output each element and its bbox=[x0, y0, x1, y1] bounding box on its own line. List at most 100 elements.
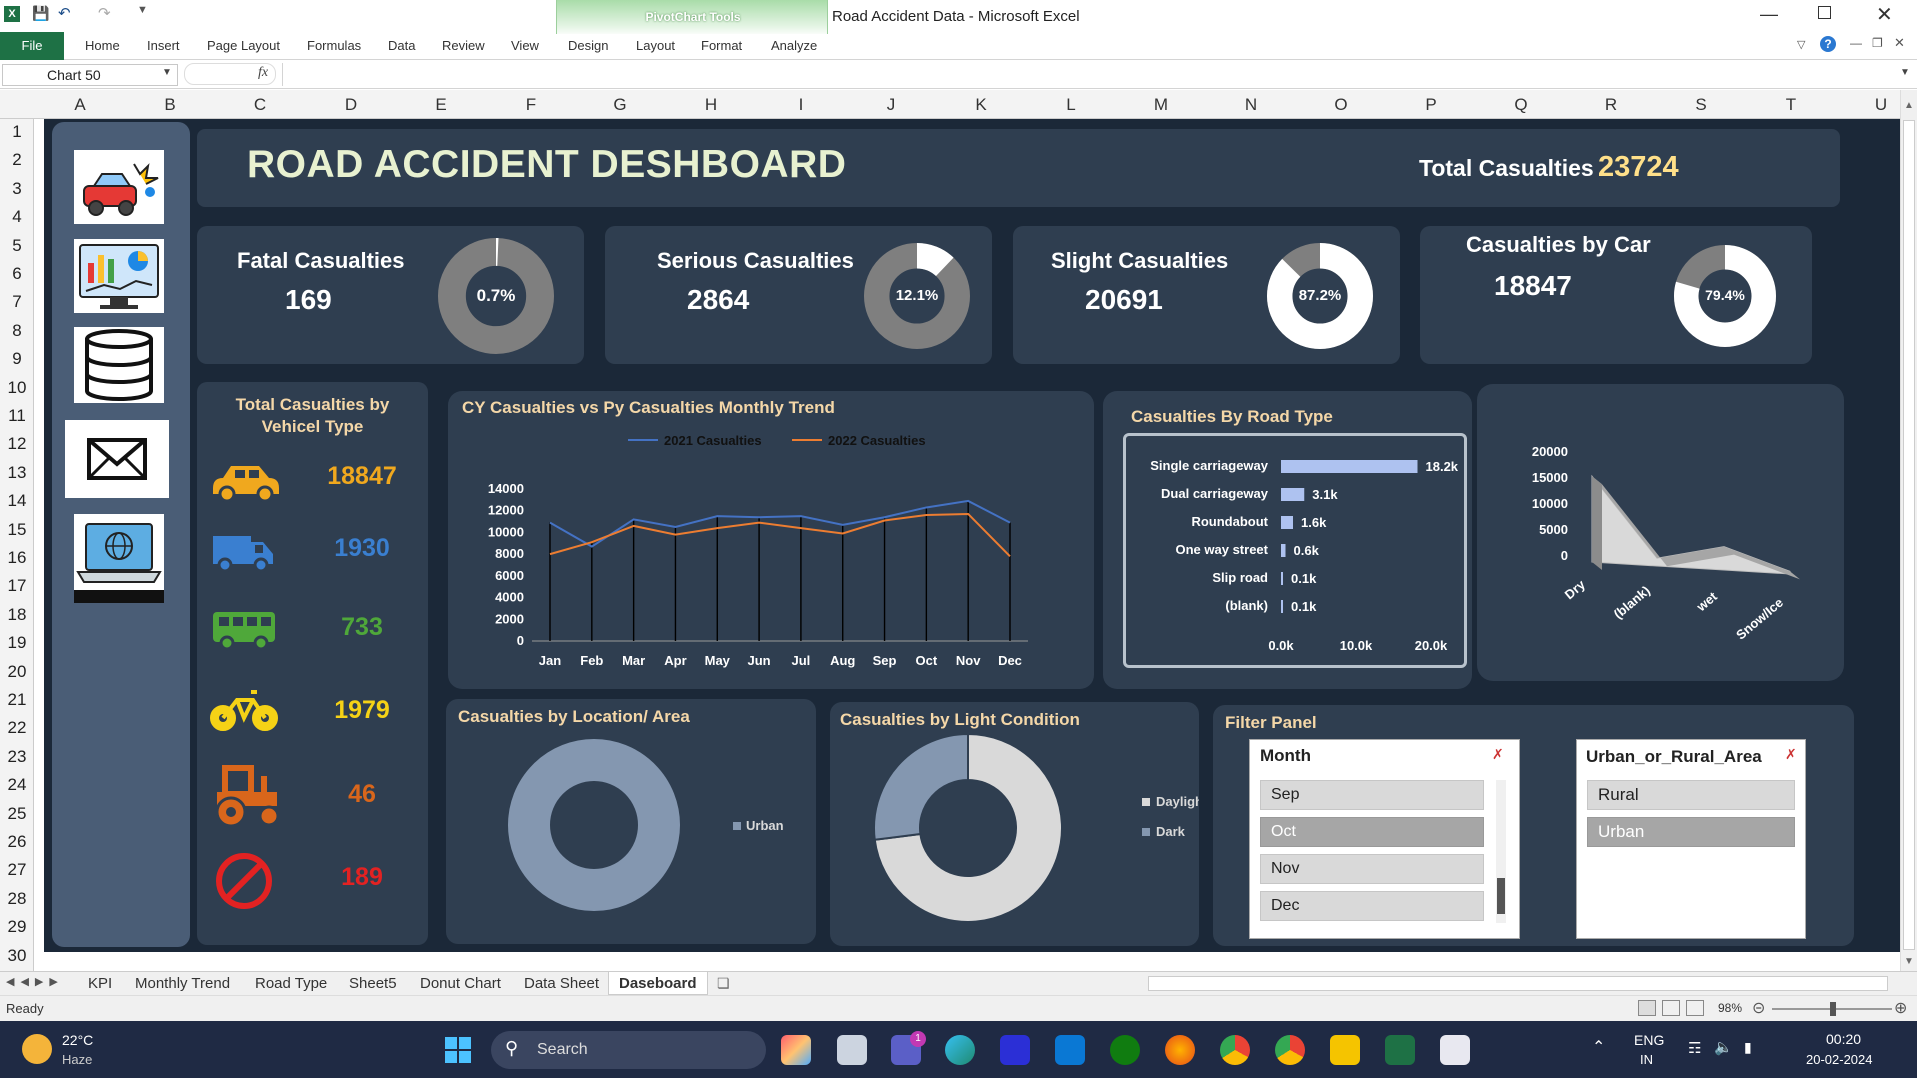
month-item-oct[interactable]: Oct bbox=[1260, 817, 1484, 847]
zoom-slider-thumb[interactable] bbox=[1830, 1002, 1836, 1016]
column-header-p[interactable]: P bbox=[1411, 95, 1451, 115]
tab-design[interactable]: Design bbox=[568, 38, 608, 53]
sheet-tab-donut-chart[interactable]: Donut Chart bbox=[420, 975, 501, 992]
row-header-3[interactable]: 3 bbox=[0, 179, 34, 199]
column-header-t[interactable]: T bbox=[1771, 95, 1811, 115]
row-header-23[interactable]: 23 bbox=[0, 747, 34, 767]
normal-view-icon[interactable] bbox=[1638, 1000, 1656, 1016]
column-header-f[interactable]: F bbox=[511, 95, 551, 115]
row-header-26[interactable]: 26 bbox=[0, 832, 34, 852]
column-header-e[interactable]: E bbox=[421, 95, 461, 115]
weather-icon[interactable] bbox=[22, 1034, 52, 1064]
month-slicer-scroll-thumb[interactable] bbox=[1497, 878, 1505, 914]
tab-data[interactable]: Data bbox=[388, 38, 415, 53]
task-view-icon[interactable] bbox=[837, 1035, 867, 1065]
sheet-tab-data-sheet[interactable]: Data Sheet bbox=[524, 975, 599, 992]
column-header-l[interactable]: L bbox=[1051, 95, 1091, 115]
tab-home[interactable]: Home bbox=[85, 38, 120, 53]
row-header-24[interactable]: 24 bbox=[0, 775, 34, 795]
column-header-g[interactable]: G bbox=[600, 95, 640, 115]
row-header-1[interactable]: 1 bbox=[0, 122, 34, 142]
zoom-out-icon[interactable]: ⊝ bbox=[1752, 998, 1765, 1018]
edge-icon[interactable] bbox=[945, 1035, 975, 1065]
column-header-k[interactable]: K bbox=[961, 95, 1001, 115]
undo-icon[interactable]: ↶ bbox=[58, 4, 71, 22]
tab-file[interactable]: File bbox=[0, 32, 64, 60]
area-item-rural[interactable]: Rural bbox=[1587, 780, 1795, 810]
analytics-monitor-icon[interactable] bbox=[74, 239, 164, 313]
column-header-r[interactable]: R bbox=[1591, 95, 1631, 115]
formula-expand-icon[interactable]: ▼ bbox=[1900, 67, 1910, 78]
row-header-5[interactable]: 5 bbox=[0, 236, 34, 256]
month-item-sep[interactable]: Sep bbox=[1260, 780, 1484, 810]
column-header-c[interactable]: C bbox=[240, 95, 280, 115]
row-header-9[interactable]: 9 bbox=[0, 349, 34, 369]
row-header-2[interactable]: 2 bbox=[0, 150, 34, 170]
road-type-chart[interactable]: Single carriageway 18.2k Dual carriageway 3… bbox=[1126, 436, 1464, 665]
row-header-12[interactable]: 12 bbox=[0, 434, 34, 454]
column-header-u[interactable]: U bbox=[1861, 95, 1901, 115]
page-break-view-icon[interactable] bbox=[1686, 1000, 1704, 1016]
web-laptop-icon[interactable] bbox=[74, 514, 164, 603]
file-explorer-icon[interactable] bbox=[1330, 1035, 1360, 1065]
row-header-19[interactable]: 19 bbox=[0, 633, 34, 653]
month-item-nov[interactable]: Nov bbox=[1260, 854, 1484, 884]
row-header-25[interactable]: 25 bbox=[0, 804, 34, 824]
row-header-28[interactable]: 28 bbox=[0, 889, 34, 909]
zoom-slider[interactable] bbox=[1772, 1002, 1892, 1016]
row-header-27[interactable]: 27 bbox=[0, 860, 34, 880]
row-header-8[interactable]: 8 bbox=[0, 321, 34, 341]
new-sheet-icon[interactable]: ❏ bbox=[717, 975, 730, 992]
help-icon[interactable]: ? bbox=[1820, 36, 1836, 52]
widgets-app-icon[interactable] bbox=[781, 1035, 811, 1065]
battery-icon[interactable]: ▮ bbox=[1744, 1039, 1752, 1056]
mail-icon[interactable] bbox=[65, 420, 169, 498]
customize-qat-icon[interactable]: ▼ bbox=[137, 4, 148, 16]
minimize-icon[interactable]: — bbox=[1760, 4, 1778, 25]
row-header-14[interactable]: 14 bbox=[0, 491, 34, 511]
monthly-trend-chart[interactable]: 0 2000 4000 6000 8000 10000 12000 14000 Jan Feb Ma… bbox=[448, 391, 1094, 689]
save-icon[interactable]: 💾 bbox=[32, 5, 49, 22]
mail-app-icon[interactable] bbox=[1055, 1035, 1085, 1065]
accident-icon[interactable] bbox=[74, 150, 164, 224]
volume-icon[interactable]: 🔈 bbox=[1714, 1038, 1733, 1056]
tab-layout[interactable]: Layout bbox=[636, 38, 675, 53]
name-box[interactable]: Chart 50 bbox=[2, 64, 178, 86]
month-item-dec[interactable]: Dec bbox=[1260, 891, 1484, 921]
name-box-dropdown-icon[interactable]: ▼ bbox=[162, 67, 172, 78]
row-header-6[interactable]: 6 bbox=[0, 264, 34, 284]
power-automate-icon[interactable] bbox=[1000, 1035, 1030, 1065]
windows-start-icon[interactable] bbox=[445, 1037, 471, 1063]
row-header-11[interactable]: 11 bbox=[0, 406, 34, 426]
workbook-minimize-icon[interactable]: — bbox=[1850, 36, 1862, 50]
database-icon[interactable] bbox=[74, 327, 164, 403]
ribbon-collapse-icon[interactable]: ▽ bbox=[1797, 38, 1805, 51]
row-header-29[interactable]: 29 bbox=[0, 917, 34, 937]
area-item-urban[interactable]: Urban bbox=[1587, 817, 1795, 847]
xbox-icon[interactable] bbox=[1110, 1035, 1140, 1065]
location-area-chart[interactable]: Urban bbox=[446, 699, 816, 944]
road-type-chart-frame[interactable]: Single carriageway 18.2k Dual carriageway 3… bbox=[1123, 433, 1467, 668]
row-header-30[interactable]: 30 bbox=[0, 946, 34, 966]
vertical-scrollbar[interactable]: ▲ ▼ bbox=[1900, 90, 1917, 971]
tray-chevron-icon[interactable]: ⌃ bbox=[1592, 1037, 1605, 1057]
horizontal-scrollbar[interactable] bbox=[1148, 976, 1888, 991]
tab-insert[interactable]: Insert bbox=[147, 38, 180, 53]
sheet-tab-sheet5[interactable]: Sheet5 bbox=[349, 975, 397, 992]
workbook-restore-icon[interactable]: ❐ bbox=[1872, 36, 1883, 50]
row-header-22[interactable]: 22 bbox=[0, 718, 34, 738]
column-header-i[interactable]: I bbox=[781, 95, 821, 115]
vertical-scroll-thumb[interactable] bbox=[1903, 120, 1915, 950]
sheet-nav-arrows-icon[interactable]: ◀◀▶▶ bbox=[6, 975, 64, 988]
column-header-j[interactable]: J bbox=[871, 95, 911, 115]
firefox-icon[interactable] bbox=[1165, 1035, 1195, 1065]
workbook-close-icon[interactable]: ✕ bbox=[1894, 35, 1905, 51]
scroll-up-icon[interactable]: ▲ bbox=[1904, 100, 1914, 111]
excel-taskbar-icon[interactable] bbox=[1385, 1035, 1415, 1065]
page-layout-view-icon[interactable] bbox=[1662, 1000, 1680, 1016]
column-header-a[interactable]: A bbox=[60, 95, 100, 115]
restore-icon[interactable] bbox=[1818, 6, 1831, 19]
zoom-in-icon[interactable]: ⊕ bbox=[1894, 998, 1907, 1018]
area-clear-filter-icon[interactable]: ✗ bbox=[1785, 746, 1797, 763]
light-condition-chart[interactable]: Daylight Dark bbox=[830, 702, 1199, 946]
